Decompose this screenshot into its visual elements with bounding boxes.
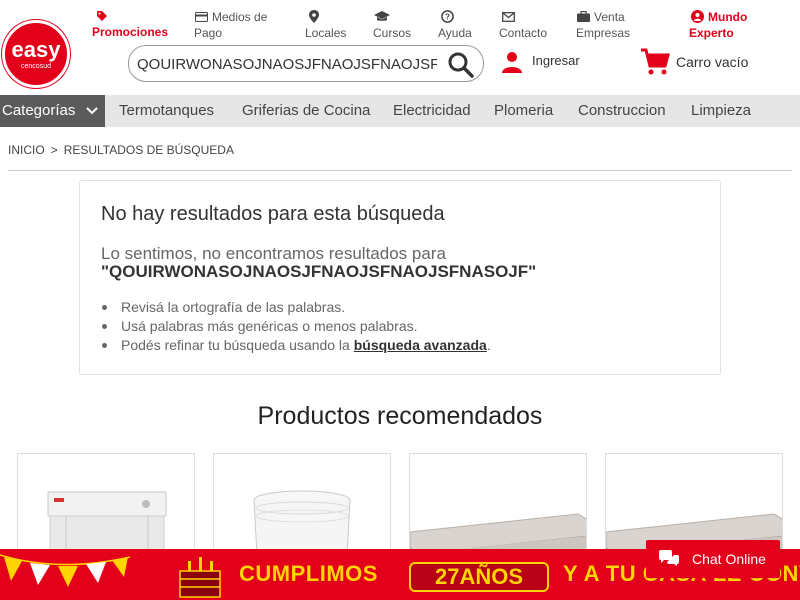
search-bar bbox=[128, 45, 484, 82]
topnav-locales-label: Locales bbox=[305, 26, 347, 40]
no-results-panel: No hay resultados para esta búsqueda Lo … bbox=[79, 180, 721, 375]
banner-text-cumplimos: CUMPLIMOS bbox=[239, 561, 378, 586]
topnav-contacto[interactable]: Contacto bbox=[499, 9, 554, 41]
category-bar: Categorías Termotanques Griferias de Coc… bbox=[0, 95, 800, 127]
topnav-promociones-label: Promociones bbox=[92, 25, 169, 39]
user-icon bbox=[502, 52, 522, 73]
logo-subtext: cencosud bbox=[21, 63, 51, 70]
map-pin-icon bbox=[309, 10, 319, 23]
topnav-cursos-label: Cursos bbox=[373, 26, 412, 40]
chevron-down-icon bbox=[86, 107, 98, 115]
login-label: Ingresar bbox=[532, 53, 580, 68]
topnav-venta-label-1: Venta bbox=[594, 10, 625, 24]
site-header: easy cencosud Promociones Medios de Pago… bbox=[0, 0, 800, 95]
search-button[interactable] bbox=[447, 51, 475, 79]
search-icon bbox=[448, 52, 474, 78]
credit-card-icon bbox=[195, 12, 208, 22]
breadcrumb-separator: > bbox=[50, 143, 58, 157]
breadcrumb-current: RESULTADOS DE BÚSQUEDA bbox=[63, 143, 234, 157]
search-tips-list: Revisá la ortografía de las palabras. Us… bbox=[101, 298, 491, 355]
search-tip: Usá palabras más genéricas o menos palab… bbox=[101, 317, 491, 336]
topnav-mundo-label-1: Mundo bbox=[708, 10, 748, 24]
topnav-mundo-experto[interactable]: Mundo Experto bbox=[689, 9, 769, 41]
no-results-query: "QOUIRWONASOJNAOSJFNAOJSFNAOJSFNASOJF" bbox=[101, 262, 537, 281]
no-results-title: No hay resultados para esta búsqueda bbox=[101, 203, 445, 225]
breadcrumb-home[interactable]: INICIO bbox=[8, 143, 45, 157]
no-results-message: Lo sentimos, no encontramos resultados p… bbox=[101, 244, 446, 263]
chat-online-button[interactable]: Chat Online bbox=[646, 540, 780, 578]
topnav-ayuda[interactable]: ? Ayuda bbox=[438, 9, 478, 41]
breadcrumb-divider bbox=[8, 170, 792, 171]
search-tip-suffix: . bbox=[486, 337, 491, 353]
banner-badge-text: 27AÑOS bbox=[434, 564, 524, 589]
globe-expert-icon bbox=[691, 10, 704, 23]
mail-icon bbox=[502, 12, 515, 22]
graduation-cap-icon bbox=[374, 11, 390, 21]
advanced-search-link[interactable]: búsqueda avanzada bbox=[354, 337, 487, 353]
category-plomeria[interactable]: Plomeria bbox=[494, 102, 553, 119]
chat-online-label: Chat Online bbox=[692, 551, 766, 567]
bunting-flags-decoration bbox=[0, 554, 131, 587]
topnav-venta-label-2: Empresas bbox=[576, 26, 631, 40]
category-griferias-de-cocina[interactable]: Griferias de Cocina bbox=[242, 102, 370, 119]
birthday-cake-icon bbox=[179, 557, 221, 598]
topnav-contacto-label: Contacto bbox=[499, 26, 548, 40]
breadcrumb: INICIO > RESULTADOS DE BÚSQUEDA bbox=[8, 143, 234, 157]
search-input[interactable] bbox=[137, 52, 437, 76]
category-limpieza[interactable]: Limpieza bbox=[691, 102, 751, 119]
topnav-mundo-label-2: Experto bbox=[689, 26, 734, 40]
category-construccion[interactable]: Construccion bbox=[578, 102, 666, 119]
search-tip: Podés refinar tu búsqueda usando la búsq… bbox=[101, 336, 491, 355]
topnav-venta-empresas[interactable]: Venta Empresas bbox=[576, 9, 646, 41]
chat-bubbles-icon bbox=[659, 550, 679, 566]
help-circle-icon: ? bbox=[441, 10, 454, 23]
category-termotanques[interactable]: Termotanques bbox=[119, 102, 214, 119]
topnav-medios-label-2: Pago bbox=[194, 26, 223, 40]
cart-icon bbox=[641, 48, 670, 75]
easy-logo[interactable]: easy cencosud bbox=[2, 20, 70, 88]
categories-dropdown[interactable]: Categorías bbox=[0, 95, 105, 127]
search-tip: Revisá la ortografía de las palabras. bbox=[101, 298, 491, 317]
logo-text: easy bbox=[11, 37, 61, 62]
cart-label: Carro vacío bbox=[676, 54, 749, 70]
topnav-medios-de-pago[interactable]: Medios de Pago bbox=[194, 9, 274, 41]
svg-text:?: ? bbox=[445, 13, 450, 22]
recommended-products-title: Productos recomendados bbox=[257, 402, 543, 430]
topnav-medios-label-1: Medios de bbox=[212, 10, 268, 24]
briefcase-icon bbox=[577, 11, 590, 22]
topnav-ayuda-label: Ayuda bbox=[438, 26, 472, 40]
banner-anniversary-badge: 27AÑOS bbox=[409, 562, 549, 592]
search-tip-text: Podés refinar tu búsqueda usando la bbox=[121, 337, 354, 353]
tag-icon bbox=[97, 11, 107, 21]
categories-dropdown-label: Categorías bbox=[2, 102, 76, 119]
topnav-locales[interactable]: Locales bbox=[305, 9, 355, 41]
category-electricidad[interactable]: Electricidad bbox=[393, 102, 471, 119]
topnav-cursos[interactable]: Cursos bbox=[373, 9, 418, 41]
